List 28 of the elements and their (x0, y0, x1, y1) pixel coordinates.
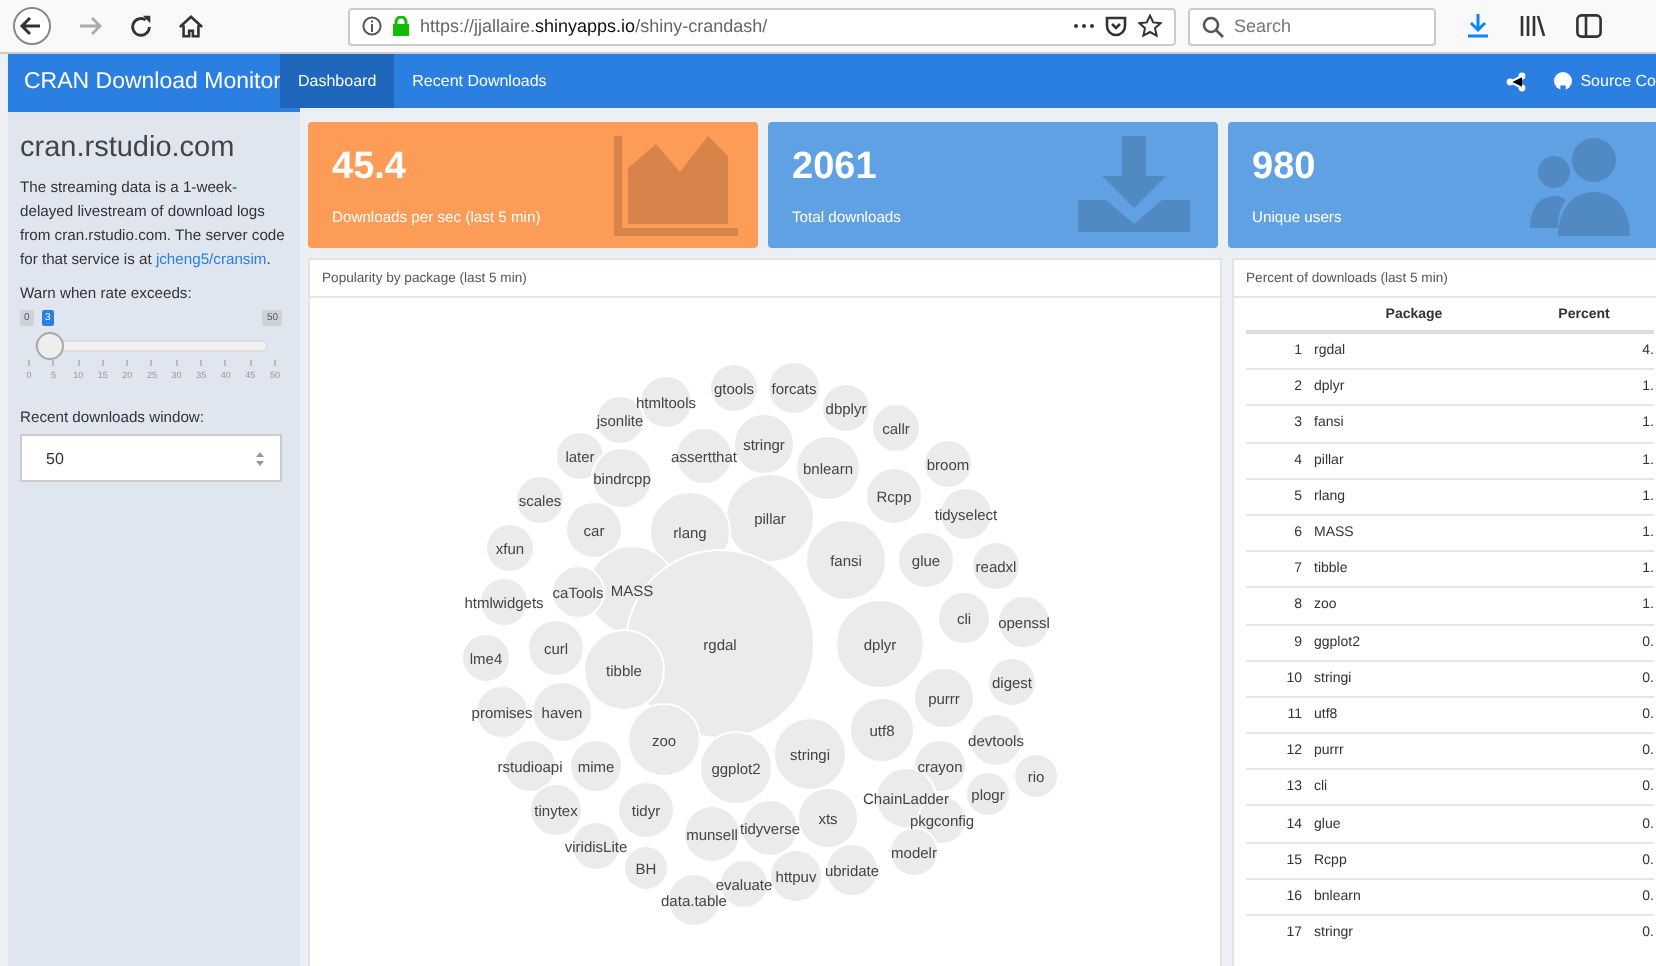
area-chart-icon (610, 131, 738, 239)
value-number: 980 (1252, 145, 1318, 189)
spinner-icon[interactable] (256, 451, 264, 465)
address-bar[interactable]: https://jjallaire.shinyapps.io/shiny-crandash/ (348, 7, 1176, 45)
info-icon (362, 16, 382, 36)
pocket-icon[interactable] (1104, 14, 1128, 38)
star-icon[interactable] (1138, 14, 1162, 38)
lock-icon (392, 16, 410, 36)
number-input[interactable]: 50 (20, 434, 282, 482)
app-title: CRAN Download Monitor (22, 67, 280, 97)
sidebar-title: cran.rstudio.com (20, 132, 237, 164)
value-number: 2061 (792, 145, 879, 189)
download-icon[interactable] (1466, 14, 1490, 38)
sidebar-icon[interactable] (1576, 14, 1602, 38)
search-field[interactable]: Search (1188, 7, 1436, 45)
source-code-link[interactable]: Source Co (1554, 54, 1656, 108)
share-icon[interactable] (1506, 71, 1527, 91)
library-icon[interactable] (1520, 14, 1546, 38)
back-button[interactable] (12, 6, 52, 46)
nav-tab[interactable]: Recent Downloads (394, 54, 565, 108)
slider-handle[interactable] (35, 332, 64, 360)
more-icon[interactable] (1073, 19, 1094, 33)
home-icon[interactable] (178, 13, 204, 39)
value-number: 45.4 (332, 145, 408, 189)
search-icon (1202, 15, 1224, 37)
reload-icon[interactable] (128, 13, 154, 39)
url-text: https://jjallaire.shinyapps.io/shiny-crandash/ (420, 16, 768, 36)
nav-tab[interactable]: Dashboard (280, 54, 395, 108)
